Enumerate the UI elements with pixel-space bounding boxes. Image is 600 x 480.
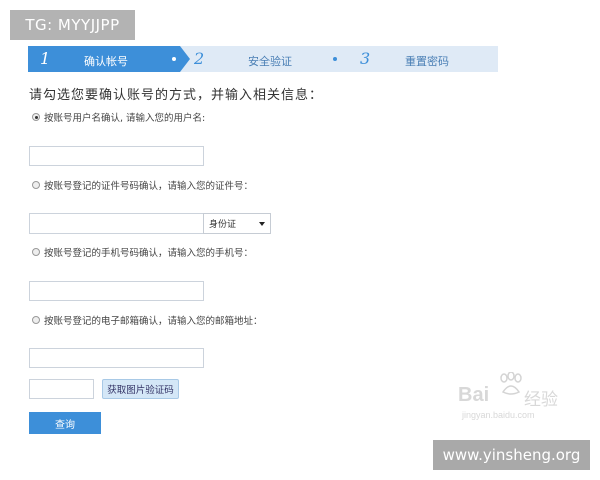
- radio-id-number[interactable]: [32, 181, 40, 189]
- paw-icon: [500, 372, 522, 395]
- option-email-label: 按账号登记的电子邮箱确认，请输入您的邮箱地址：: [44, 316, 263, 327]
- top-left-tag: TG: MYYJJPP: [10, 10, 135, 40]
- step-3-label: 重置密码: [405, 55, 449, 68]
- username-input[interactable]: [29, 146, 204, 166]
- watermark-brand: Bai: [458, 384, 490, 406]
- option-email[interactable]: 按账号登记的电子邮箱确认，请输入您的邮箱地址：: [32, 313, 263, 327]
- step-2-number: 2: [194, 49, 205, 68]
- step-1-number: 1: [40, 49, 51, 68]
- bottom-right-tag: www.yinsheng.org: [433, 440, 590, 470]
- option-phone[interactable]: 按账号登记的手机号码确认，请输入您的手机号：: [32, 245, 253, 259]
- phone-input[interactable]: [29, 281, 204, 301]
- email-input[interactable]: [29, 348, 204, 368]
- chevron-down-icon: [259, 221, 265, 226]
- watermark-suffix: 经验: [524, 390, 558, 409]
- option-id-number[interactable]: 按账号登记的证件号码确认，请输入您的证件号：: [32, 178, 253, 192]
- step-1-arrow: [180, 46, 190, 72]
- radio-phone[interactable]: [32, 248, 40, 256]
- captcha-input[interactable]: [29, 379, 94, 399]
- step-3-number: 3: [360, 49, 371, 68]
- step-2-label: 安全验证: [248, 55, 292, 68]
- id-number-input[interactable]: [29, 213, 204, 234]
- query-button[interactable]: 查询: [29, 412, 101, 434]
- step-progress-bar: 1 确认帐号 2 安全验证 3 重置密码: [28, 46, 498, 72]
- radio-email[interactable]: [32, 316, 40, 324]
- option-username[interactable]: 按账号用户名确认, 请输入您的用户名:: [32, 110, 205, 124]
- watermark-url: jingyan.baidu.com: [462, 410, 535, 420]
- page-heading: 请勾选您要确认账号的方式，并输入相关信息：: [29, 88, 324, 103]
- baidu-watermark: Bai 经验 jingyan.baidu.com: [458, 372, 568, 422]
- radio-username[interactable]: [32, 113, 40, 121]
- option-username-label: 按账号用户名确认, 请输入您的用户名:: [44, 113, 206, 124]
- get-captcha-button[interactable]: 获取图片验证码: [102, 379, 179, 399]
- id-type-selected: 身份证: [209, 220, 237, 230]
- step-1-label: 确认帐号: [84, 55, 128, 68]
- step-dot-1: [172, 57, 176, 61]
- id-type-select[interactable]: 身份证: [203, 213, 271, 234]
- option-phone-label: 按账号登记的手机号码确认，请输入您的手机号：: [44, 248, 254, 259]
- option-id-number-label: 按账号登记的证件号码确认，请输入您的证件号：: [44, 181, 254, 192]
- step-dot-2: [333, 57, 337, 61]
